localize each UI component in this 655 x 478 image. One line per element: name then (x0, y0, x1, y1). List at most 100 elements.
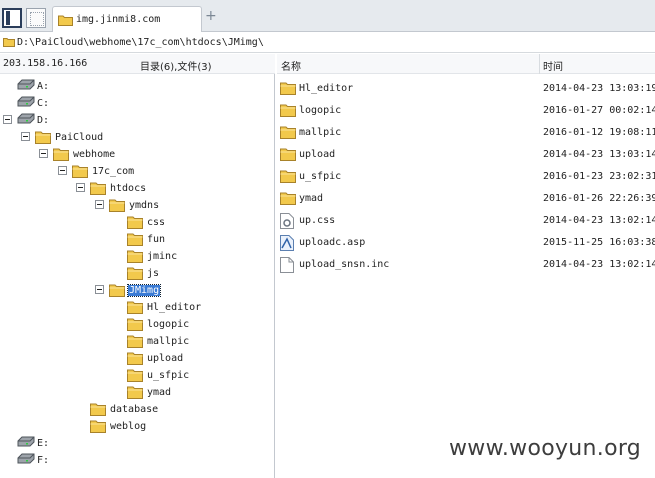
tab-title: img.jinmi8.com (76, 14, 161, 25)
folder-icon (127, 368, 143, 382)
new-tab-button[interactable]: + (205, 9, 217, 23)
column-time[interactable]: 时间 (543, 58, 563, 73)
tree-item-label: ymad (147, 387, 172, 398)
folder-icon (127, 317, 143, 331)
folder-icon (127, 232, 143, 246)
file-time: 2014-04-23 13:03:19 (543, 83, 655, 94)
file-name: u_sfpic (299, 171, 342, 182)
watermark: www.wooyun.org (449, 436, 642, 461)
tree-item-label: css (147, 217, 166, 228)
file-row[interactable]: uploadc.asp 2015-11-25 16:03:38 (277, 232, 655, 252)
tree-item-label: C: (37, 98, 50, 109)
drive-icon (17, 453, 35, 465)
folder-icon (280, 147, 296, 161)
folder-icon (90, 419, 106, 433)
file-name: mallpic (299, 127, 342, 138)
tree-item-label: u_sfpic (147, 370, 190, 381)
asp-file-icon (280, 235, 294, 251)
file-row[interactable]: u_sfpic 2016-01-23 23:02:31 (277, 166, 655, 186)
collapse-toggle[interactable] (21, 132, 30, 141)
tree-item-label: F: (37, 455, 50, 466)
generic-file-icon (280, 257, 294, 273)
tree-item-label: webhome (73, 149, 116, 160)
file-name: ymad (299, 193, 324, 204)
file-time: 2016-01-26 22:26:39 (543, 193, 655, 204)
item-counts: 目录(6),文件(3) (140, 62, 212, 73)
folder-icon (90, 181, 106, 195)
path-bar[interactable]: D:\PaiCloud\webhome\17c_com\htdocs\JMimg… (0, 33, 655, 53)
folder-icon (127, 300, 143, 314)
tree-item-label: js (147, 268, 160, 279)
folder-icon (53, 147, 69, 161)
drive-icon (17, 96, 35, 108)
folder-icon (109, 198, 125, 212)
tree-item-label: E: (37, 438, 50, 449)
folder-icon (90, 402, 106, 416)
collapse-toggle[interactable] (3, 115, 12, 124)
tree-item-label: 17c_com (92, 166, 135, 177)
file-row[interactable]: upload_snsn.inc 2014-04-23 13:02:14 (277, 254, 655, 274)
toggle-panel-icon[interactable] (2, 8, 22, 28)
file-name: logopic (299, 105, 342, 116)
tree-item-label: fun (147, 234, 166, 245)
drive-icon (17, 79, 35, 91)
tree-item-label: ymdns (129, 200, 160, 211)
column-name[interactable]: 名称 (281, 58, 301, 73)
folder-icon (109, 283, 125, 297)
collapse-toggle[interactable] (76, 183, 85, 192)
folder-icon (127, 334, 143, 348)
file-time: 2016-01-23 23:02:31 (543, 171, 655, 182)
folder-icon (35, 130, 51, 144)
folder-icon (280, 125, 296, 139)
file-time: 2014-04-23 13:03:14 (543, 149, 655, 160)
file-time: 2014-04-23 13:02:14 (543, 215, 655, 226)
tree-item-label: logopic (147, 319, 190, 330)
file-time: 2016-01-12 19:08:11 (543, 127, 655, 138)
file-name: upload_snsn.inc (299, 259, 390, 270)
file-list-pane: 名称 时间 Hl_editor 2014-04-23 13:03:19 logopi… (277, 54, 655, 478)
collapse-toggle[interactable] (95, 285, 104, 294)
folder-icon (280, 81, 296, 95)
folder-icon (127, 215, 143, 229)
tree-item-label: database (110, 404, 159, 415)
tab-active[interactable]: img.jinmi8.com (52, 6, 202, 32)
folder-icon (127, 266, 143, 280)
tree-item-label: A: (37, 81, 50, 92)
file-row[interactable]: Hl_editor 2014-04-23 13:03:19 (277, 78, 655, 98)
file-time: 2015-11-25 16:03:38 (543, 237, 655, 248)
folder-icon (280, 169, 296, 183)
tree-header: 203.158.16.166 目录(6),文件(3) (0, 54, 275, 74)
folder-icon (127, 249, 143, 263)
drive-icon (17, 436, 35, 448)
tree-item-label: PaiCloud (55, 132, 104, 143)
file-row[interactable]: upload 2014-04-23 13:03:14 (277, 144, 655, 164)
drive-icon (17, 113, 35, 125)
css-file-icon (280, 213, 294, 229)
file-row[interactable]: mallpic 2016-01-12 19:08:11 (277, 122, 655, 142)
list-header: 名称 时间 (277, 54, 655, 74)
file-name: upload (299, 149, 336, 160)
file-name: uploadc.asp (299, 237, 366, 248)
collapse-toggle[interactable] (39, 149, 48, 158)
tree-item-label: mallpic (147, 336, 190, 347)
file-time: 2014-04-23 13:02:14 (543, 259, 655, 270)
file-row[interactable]: ymad 2016-01-26 22:26:39 (277, 188, 655, 208)
tree-item-label: Hl_editor (147, 302, 202, 313)
collapse-toggle[interactable] (95, 200, 104, 209)
tab-bar: img.jinmi8.com + (0, 0, 655, 32)
collapse-toggle[interactable] (58, 166, 67, 175)
file-row[interactable]: up.css 2014-04-23 13:02:14 (277, 210, 655, 230)
folder-icon (280, 191, 296, 205)
folder-icon (58, 14, 73, 26)
folder-icon (127, 351, 143, 365)
file-time: 2016-01-27 00:02:14 (543, 105, 655, 116)
folder-icon (3, 37, 15, 47)
current-path: D:\PaiCloud\webhome\17c_com\htdocs\JMimg… (17, 37, 264, 48)
tree-item-label: jminc (147, 251, 178, 262)
blank-page-icon[interactable] (26, 8, 46, 28)
column-divider[interactable] (539, 54, 540, 74)
folder-icon (72, 164, 88, 178)
folder-icon (127, 385, 143, 399)
file-row[interactable]: logopic 2016-01-27 00:02:14 (277, 100, 655, 120)
tree-item-label: D: (37, 115, 50, 126)
